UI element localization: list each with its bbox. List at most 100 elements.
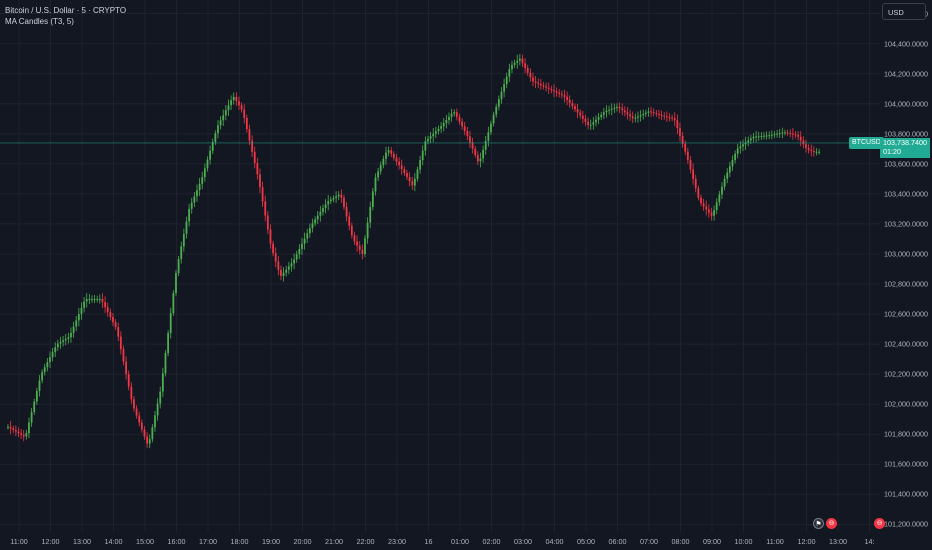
price-tick-label: 103,400.0000 xyxy=(884,189,928,199)
candle-body xyxy=(660,114,663,116)
candle-body xyxy=(259,174,261,188)
candle-body xyxy=(96,299,99,301)
candle-body xyxy=(618,106,621,109)
candle-body xyxy=(51,352,54,358)
price-tick-label: 104,400.0000 xyxy=(884,39,928,49)
candle-body xyxy=(765,135,768,137)
candle-body xyxy=(679,128,681,136)
candle-body xyxy=(101,299,104,303)
candle-body xyxy=(400,165,403,170)
candle-body xyxy=(689,160,692,170)
candle-body xyxy=(542,85,545,87)
candle-body xyxy=(432,133,435,137)
candle-body xyxy=(316,215,319,220)
candle-body xyxy=(83,301,85,308)
candle-body xyxy=(545,86,547,88)
candle-body xyxy=(568,99,571,104)
time-tick-label: 02:00 xyxy=(482,537,501,546)
candle-body xyxy=(366,222,369,239)
candle-body xyxy=(742,144,744,147)
candle-body xyxy=(408,177,411,182)
candle-body xyxy=(251,140,253,152)
candle-body xyxy=(466,130,469,137)
time-tick-label: 20:00 xyxy=(293,537,312,546)
candle-body xyxy=(117,327,120,337)
candle-body xyxy=(773,134,776,136)
candle-body xyxy=(295,254,298,260)
indicator-title[interactable]: MA Candles (T3, 5) xyxy=(5,16,126,27)
candle-body xyxy=(799,136,802,141)
chart-plot-area[interactable] xyxy=(0,0,880,532)
candle-body xyxy=(324,204,327,209)
candle-body xyxy=(476,155,479,162)
candle-body xyxy=(576,109,579,113)
candle-body xyxy=(106,307,109,313)
candle-body xyxy=(471,142,474,149)
candle-body xyxy=(146,436,148,444)
candle-body xyxy=(757,136,760,138)
economic-event-icon[interactable]: ⊖ xyxy=(826,518,837,529)
candle-body xyxy=(495,106,498,115)
currency-selector[interactable]: USD xyxy=(882,3,926,20)
candle-body xyxy=(398,161,400,166)
candle-body xyxy=(681,135,684,144)
flag-icon[interactable]: ⚑ xyxy=(813,518,824,529)
candle-body xyxy=(500,91,503,100)
candle-body xyxy=(198,183,201,191)
time-tick-label: 15:00 xyxy=(136,537,154,546)
candle-body xyxy=(503,84,505,92)
candle-body xyxy=(461,121,463,127)
chart-legend: Bitcoin / U.S. Dollar · 5 · CRYPTO MA Ca… xyxy=(5,5,126,27)
candle-body xyxy=(610,108,613,110)
candle-body xyxy=(203,168,206,178)
candle-body xyxy=(665,116,668,118)
candle-body xyxy=(812,151,815,153)
candle-body xyxy=(558,92,561,94)
candle-body xyxy=(80,307,83,315)
candle-body xyxy=(119,336,122,350)
candle-body xyxy=(629,114,631,117)
price-chart[interactable] xyxy=(0,0,880,532)
candle-body xyxy=(631,116,634,119)
candle-body xyxy=(492,114,495,124)
candle-body xyxy=(188,208,190,222)
candle-body xyxy=(130,386,133,400)
candle-body xyxy=(374,177,377,192)
candle-body xyxy=(421,150,424,161)
candle-body xyxy=(574,106,576,110)
candle-body xyxy=(67,337,70,339)
candle-body xyxy=(154,415,156,428)
candle-body xyxy=(20,433,22,435)
candle-body xyxy=(789,133,792,134)
candle-body xyxy=(760,135,763,137)
candle-body xyxy=(623,110,626,113)
candle-body xyxy=(518,58,521,61)
candle-body xyxy=(579,112,582,116)
candle-body xyxy=(122,349,125,362)
symbol-title[interactable]: Bitcoin / U.S. Dollar · 5 · CRYPTO xyxy=(5,5,126,16)
candle-body xyxy=(298,248,301,255)
candle-body xyxy=(224,110,227,116)
candle-body xyxy=(411,181,414,186)
candle-body xyxy=(686,151,689,161)
candle-body xyxy=(547,87,550,89)
candle-body xyxy=(395,157,398,162)
candle-body xyxy=(608,109,610,111)
candle-body xyxy=(253,151,256,164)
candle-body xyxy=(266,215,269,230)
candle-body xyxy=(364,238,366,254)
candle-body xyxy=(290,263,293,267)
candle-body xyxy=(196,190,198,197)
candle-body xyxy=(41,372,43,381)
candle-body xyxy=(356,241,358,246)
candle-body xyxy=(193,196,196,203)
candle-body xyxy=(707,209,710,213)
candle-body xyxy=(416,169,419,179)
candle-body xyxy=(345,207,348,217)
candle-body xyxy=(25,433,28,437)
candle-body xyxy=(350,225,353,236)
candle-body xyxy=(232,97,235,101)
candle-body xyxy=(77,314,80,321)
candle-body xyxy=(9,426,12,429)
economic-event-icon[interactable]: ⊖ xyxy=(874,518,885,529)
